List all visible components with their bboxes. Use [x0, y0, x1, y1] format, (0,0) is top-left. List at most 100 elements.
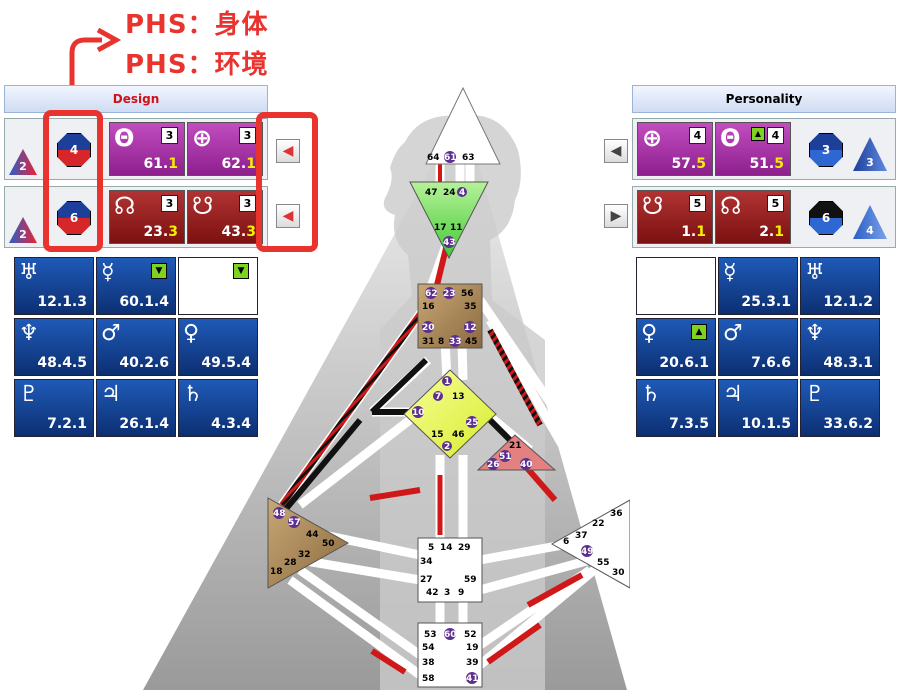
svg-text:37: 37: [575, 531, 588, 541]
svg-text:31: 31: [422, 337, 435, 347]
design-planet-symbol: ♅: [19, 260, 39, 285]
personality-planet-value: 10.1.5: [741, 416, 791, 432]
svg-text:18: 18: [270, 567, 283, 577]
svg-text:60: 60: [444, 630, 457, 640]
svg-text:43: 43: [443, 238, 456, 248]
svg-text:9: 9: [458, 588, 464, 598]
personality-tile-box: 5: [767, 195, 784, 212]
svg-text:17: 17: [434, 223, 447, 233]
personality-octo-1: 3: [809, 133, 843, 167]
svg-text:26: 26: [487, 460, 500, 470]
design-planet-symbol: ♃: [101, 382, 121, 407]
personality-planet-symbol: ♄: [641, 382, 661, 407]
personality-tile-symbol: ☊: [720, 192, 742, 220]
personality-planet-cell: ♃ 10.1.5: [718, 379, 798, 437]
svg-text:64: 64: [427, 153, 440, 163]
personality-planet-value: 51.1.2: [659, 294, 709, 310]
svg-text:57: 57: [288, 518, 301, 528]
svg-text:44: 44: [306, 530, 319, 540]
svg-text:62: 62: [425, 289, 438, 299]
personality-planet-cell: ♀ 20.6.1 ▲: [636, 318, 716, 376]
personality-planets-grid: ☽ 51.1.2 ☿ 25.3.1 ♅ 12.1.2 ♀ 20.6.1 ▲ ♂ 7.6.6 ♆ 48.3…: [636, 257, 884, 439]
svg-text:34: 34: [420, 557, 433, 567]
svg-text:33: 33: [449, 337, 462, 347]
design-tri-2: 2: [9, 217, 37, 243]
personality-tile-symbol: Θ: [720, 124, 741, 152]
svg-text:50: 50: [322, 539, 335, 549]
personality-tile-box: 4: [767, 127, 784, 144]
svg-text:63: 63: [462, 153, 475, 163]
svg-text:28: 28: [284, 558, 297, 568]
personality-planet-cell: ☿ 25.3.1: [718, 257, 798, 315]
svg-text:23: 23: [443, 289, 456, 299]
personality-planet-cell: ♇ 33.6.2: [800, 379, 880, 437]
personality-tile-south-node: ☋ 5 1.1: [637, 190, 713, 244]
personality-tri-1: 3: [853, 137, 887, 171]
design-planet-value: 48.4.5: [37, 355, 87, 371]
personality-title: Personality: [632, 85, 896, 113]
svg-text:11: 11: [450, 223, 463, 233]
personality-planet-value: 20.6.1: [659, 355, 709, 371]
personality-planet-value: 7.6.6: [751, 355, 791, 371]
personality-planet-symbol: ♀: [641, 321, 658, 346]
svg-text:58: 58: [422, 674, 435, 684]
personality-octo-2: 6: [809, 201, 843, 235]
personality-planet-symbol: ♆: [805, 321, 825, 346]
personality-tile-symbol: ☋: [642, 192, 664, 220]
design-planet-symbol: ☿: [101, 260, 115, 285]
personality-planet-symbol: ♇: [805, 382, 825, 407]
svg-text:14: 14: [440, 543, 453, 553]
svg-text:42: 42: [426, 588, 439, 598]
svg-text:13: 13: [452, 392, 465, 402]
svg-text:46: 46: [452, 430, 465, 440]
svg-text:48: 48: [273, 509, 286, 519]
personality-planet-cell: ♄ 7.3.5: [636, 379, 716, 437]
design-planet-symbol: ♂: [101, 321, 121, 346]
svg-text:15: 15: [431, 430, 444, 440]
svg-text:32: 32: [298, 550, 311, 560]
personality-tile-flag: ▲: [751, 127, 765, 141]
svg-text:4: 4: [459, 188, 465, 198]
personality-tile-box: 5: [689, 195, 706, 212]
personality-planet-value: 25.3.1: [741, 294, 791, 310]
svg-text:51: 51: [499, 452, 512, 462]
design-tri-1: 2: [9, 149, 37, 175]
personality-planet-symbol: ♃: [723, 382, 743, 407]
annotation-line-1: PHS：身体: [125, 10, 269, 40]
svg-text:27: 27: [420, 575, 433, 585]
svg-text:5: 5: [428, 543, 434, 553]
personality-planet-symbol: ☽: [641, 260, 661, 285]
bodygraph: 64 61 63 47 24 4 17 11 43 62 23 56 16 35…: [143, 86, 630, 690]
svg-text:20: 20: [422, 323, 435, 333]
personality-planet-value: 12.1.2: [823, 294, 873, 310]
svg-text:61: 61: [444, 153, 457, 163]
svg-text:25: 25: [466, 418, 479, 428]
personality-planet-value: 48.3.1: [823, 355, 873, 371]
design-tile-symbol: Θ: [114, 124, 135, 152]
svg-text:30: 30: [612, 568, 625, 578]
svg-text:19: 19: [466, 643, 479, 653]
svg-text:45: 45: [465, 337, 478, 347]
svg-text:29: 29: [458, 543, 471, 553]
svg-text:35: 35: [464, 302, 477, 312]
svg-text:3: 3: [444, 588, 450, 598]
design-planet-symbol: ♆: [19, 321, 39, 346]
personality-tri-2: 4: [853, 205, 887, 239]
personality-tile-box: 4: [689, 127, 706, 144]
personality-planet-cell: ♆ 48.3.1: [800, 318, 880, 376]
svg-text:1: 1: [444, 377, 450, 387]
svg-text:52: 52: [464, 630, 477, 640]
personality-tile-value: 2.1: [759, 224, 784, 240]
svg-text:12: 12: [464, 323, 477, 333]
svg-text:10: 10: [412, 408, 425, 418]
personality-tile-value: 1.1: [681, 224, 706, 240]
personality-tile-north-node: ☊ 5 2.1: [715, 190, 791, 244]
design-planet-value: 12.1.3: [37, 294, 87, 310]
annotation-line-2: PHS：环境: [125, 50, 269, 80]
highlight-box-octagons: [43, 110, 103, 252]
svg-text:56: 56: [461, 289, 474, 299]
personality-planet-cell: ☽ 51.1.2: [636, 257, 716, 315]
personality-tile-earth: ⊕ 4 57.5: [637, 122, 713, 176]
svg-text:21: 21: [509, 441, 522, 451]
personality-row-2: ☋ 5 1.1 ☊ 5 2.1 6 4: [632, 186, 896, 248]
